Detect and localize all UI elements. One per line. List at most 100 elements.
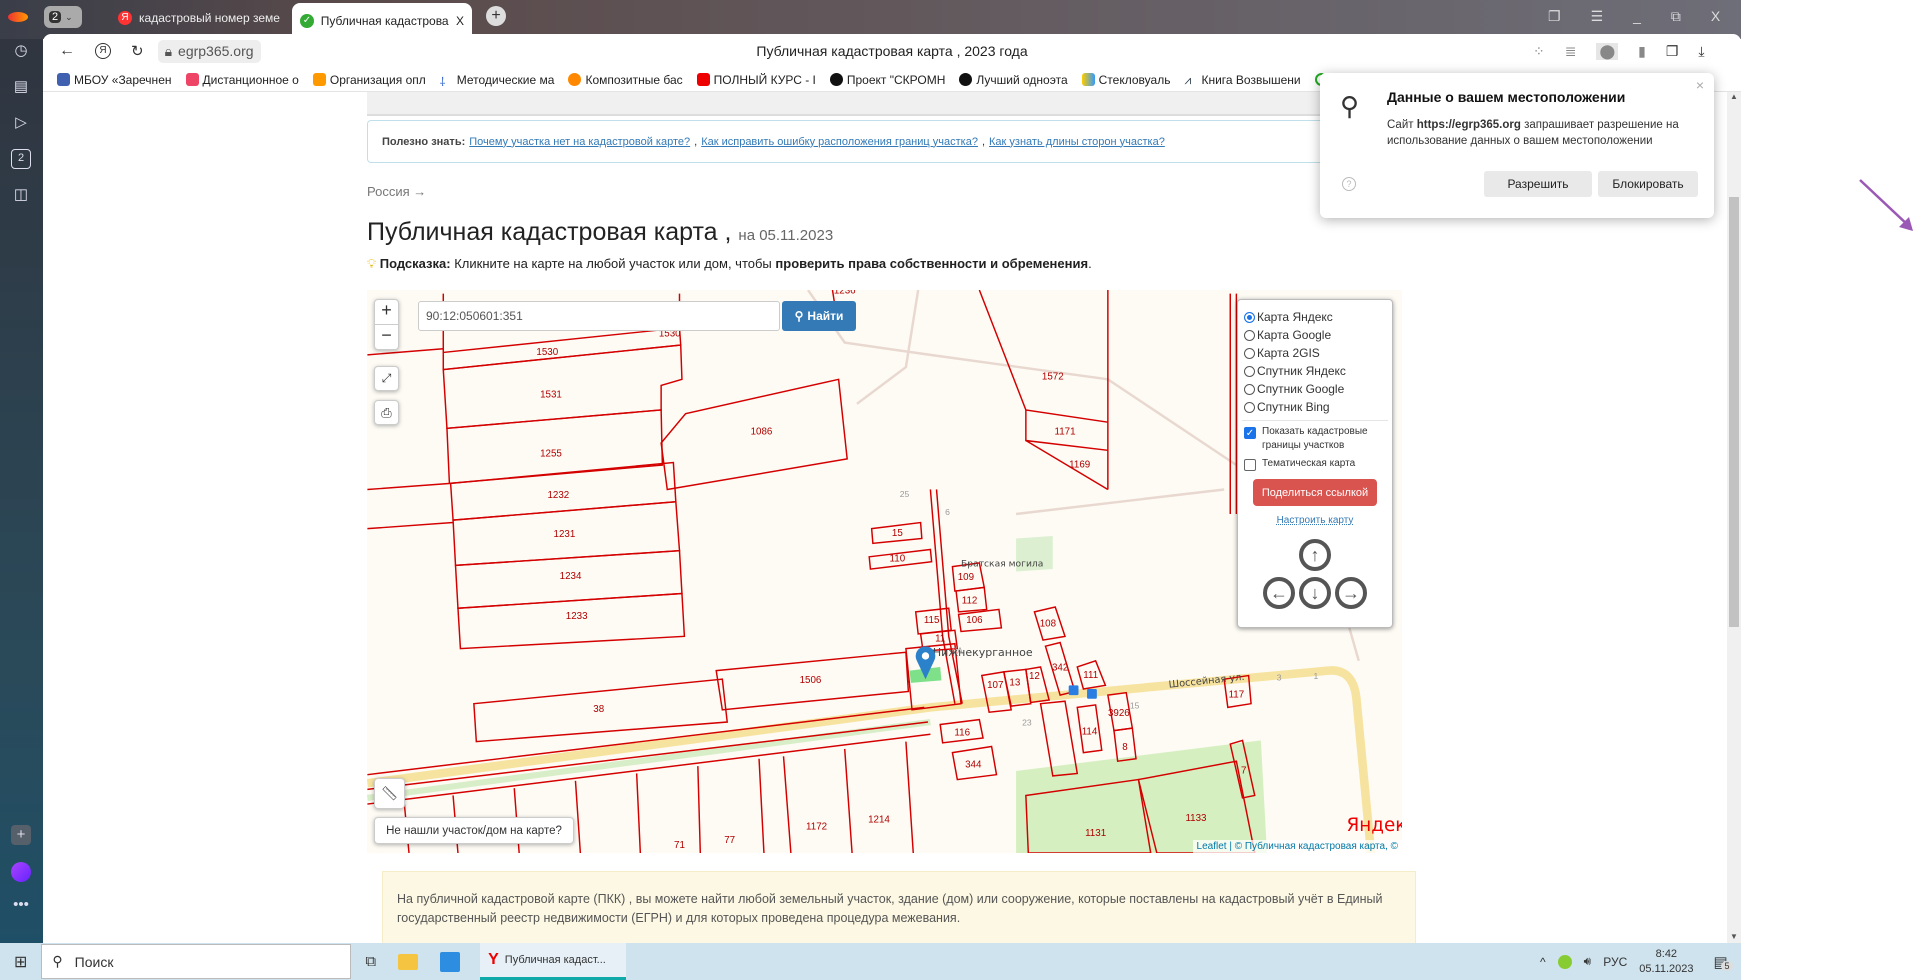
scrollbar[interactable]: ▲ ▼ xyxy=(1727,92,1741,943)
pan-down-button[interactable]: ↓ xyxy=(1299,577,1331,609)
fullscreen-button[interactable]: ⤢ xyxy=(374,366,399,391)
radio[interactable] xyxy=(1244,383,1255,395)
workspace-badge[interactable]: 2 xyxy=(11,149,31,169)
link-fix-boundaries[interactable]: Как исправить ошибку расположения границ… xyxy=(701,136,978,148)
radio[interactable] xyxy=(1244,365,1255,377)
taskbar-app-browser[interactable]: Y Публичная кадаст... xyxy=(480,943,627,980)
scroll-up-icon[interactable]: ▲ xyxy=(1730,92,1738,101)
pan-right-button[interactable]: → xyxy=(1335,577,1367,609)
layer-label: Карта 2GIS xyxy=(1257,346,1320,360)
search-icon: ⚲ xyxy=(794,309,804,323)
thematic-map-checkbox[interactable]: Тематическая карта xyxy=(1244,457,1386,471)
layer-yandex-satellite[interactable]: Спутник Яндекс xyxy=(1244,362,1386,380)
bookmark-item[interactable]: Дистанционное о xyxy=(185,73,299,87)
play-icon[interactable]: ▷ xyxy=(11,113,31,133)
radio[interactable] xyxy=(1244,401,1255,413)
radio[interactable] xyxy=(1244,347,1255,359)
bookmark-item[interactable]: ⸸ Методические ма xyxy=(440,73,555,90)
close-popup-button[interactable]: × xyxy=(1696,77,1704,93)
checkbox-icon[interactable] xyxy=(1244,459,1256,471)
tab-group-button[interactable]: 2 ⌄ xyxy=(44,6,82,28)
address-bar[interactable]: 🔒︎ egrp365.org xyxy=(157,39,261,63)
download-icon[interactable]: ⤓ xyxy=(1698,43,1704,60)
allow-button[interactable]: Разрешить xyxy=(1484,171,1592,197)
radio-selected[interactable] xyxy=(1244,311,1255,323)
bookmark-item[interactable]: Композитные бас xyxy=(568,73,683,87)
show-borders-checkbox[interactable]: ✓ Показать кадастровые границы участков xyxy=(1244,425,1386,453)
bookmark-item[interactable]: Стекловуаль xyxy=(1081,73,1170,87)
block-button[interactable]: Блокировать xyxy=(1598,171,1698,197)
radio[interactable] xyxy=(1244,329,1255,341)
update-icon[interactable] xyxy=(1557,954,1572,969)
volume-icon[interactable]: 🔊︎ xyxy=(1584,954,1592,969)
measure-button[interactable]: 📏︎ xyxy=(374,778,405,809)
layer-yandex-map[interactable]: Карта Яндекс xyxy=(1244,308,1386,326)
link-side-lengths[interactable]: Как узнать длины сторон участка? xyxy=(989,136,1165,148)
windows-start-icon[interactable]: ⊞ xyxy=(14,952,27,972)
layer-google-map[interactable]: Карта Google xyxy=(1244,326,1386,344)
bookmark-item[interactable]: МБОУ «Заречнен xyxy=(57,73,172,87)
add-icon[interactable]: + xyxy=(11,825,31,845)
lightbulb-icon: 💡︎ xyxy=(367,256,377,271)
file-explorer-icon[interactable] xyxy=(398,953,419,970)
calendar-icon[interactable] xyxy=(440,951,461,972)
language-indicator[interactable]: РУС xyxy=(1603,955,1627,969)
leaflet-link[interactable]: Leaflet xyxy=(1197,841,1227,852)
layer-2gis-map[interactable]: Карта 2GIS xyxy=(1244,344,1386,362)
layer-bing-satellite[interactable]: Спутник Bing xyxy=(1244,398,1386,416)
scroll-down-icon[interactable]: ▼ xyxy=(1730,932,1738,941)
alice-icon[interactable] xyxy=(11,862,31,882)
tab-yandex-search[interactable]: Я кадастровый номер земе xyxy=(110,3,290,33)
bookmark-item[interactable]: ⩘ Книга Возвышени xyxy=(1184,73,1300,88)
collections-icon[interactable]: ❐ xyxy=(1666,43,1679,60)
cadastral-number-input[interactable] xyxy=(418,301,780,331)
link-why-no-parcel[interactable]: Почему участка нет на кадастровой карте? xyxy=(469,136,690,148)
restore-icon[interactable]: ⧉ xyxy=(1671,8,1681,25)
notes-icon[interactable]: ▤ xyxy=(11,77,31,97)
chevron-up-icon[interactable]: ^ xyxy=(1540,955,1546,969)
scrollbar-thumb[interactable] xyxy=(1729,197,1739,627)
menu-icon[interactable]: ☰ xyxy=(1591,8,1604,25)
parcel-label: 1234 xyxy=(560,571,582,582)
print-button[interactable]: ⎙ xyxy=(374,400,399,425)
reload-icon[interactable]: ↻ xyxy=(131,42,144,60)
notifications-icon[interactable]: ▤ 5 xyxy=(1713,953,1733,971)
parcel[interactable] xyxy=(442,344,683,430)
screenshot-icon[interactable]: ◫ xyxy=(11,185,31,205)
more-icon[interactable]: ••• xyxy=(11,895,31,915)
breadcrumb[interactable]: Россия → xyxy=(367,184,426,199)
bookmark-item[interactable]: Организация опл xyxy=(312,73,426,87)
layer-google-satellite[interactable]: Спутник Google xyxy=(1244,380,1386,398)
share-link-button[interactable]: Поделиться ссылкой xyxy=(1253,479,1377,506)
hint-label: Подсказка: xyxy=(379,256,451,271)
clock[interactable]: 8:42 05.11.2023 xyxy=(1639,947,1693,977)
reader-icon[interactable]: ≣ xyxy=(1565,43,1577,60)
task-view-icon[interactable]: ⧉ xyxy=(365,953,376,970)
pan-up-button[interactable]: ↑ xyxy=(1299,539,1331,571)
zoom-out-button[interactable]: − xyxy=(381,325,392,349)
extensions-icon[interactable]: ⁘ xyxy=(1533,43,1545,60)
attribution-text[interactable]: | © Публичная кадастровая карта, © xyxy=(1229,841,1398,852)
help-icon[interactable]: ? xyxy=(1342,177,1356,191)
bookmark-icon[interactable]: ▮ xyxy=(1638,43,1646,60)
not-found-button[interactable]: Не нашли участок/дом на карте? xyxy=(374,817,574,844)
pan-left-button[interactable]: ← xyxy=(1263,577,1295,609)
parcel[interactable] xyxy=(446,409,664,485)
checkbox-checked-icon[interactable]: ✓ xyxy=(1244,427,1256,439)
bookmark-item[interactable]: Проект "СКРОМН xyxy=(829,73,945,87)
new-tab-button[interactable]: + xyxy=(486,6,506,26)
back-icon[interactable]: ← xyxy=(59,42,75,60)
close-window-icon[interactable]: X xyxy=(1711,8,1720,25)
history-icon[interactable]: ◷ xyxy=(11,41,31,61)
location-icon[interactable]: ⬤ xyxy=(1596,42,1619,60)
bookmark-item[interactable]: ПОЛНЫЙ КУРС - І xyxy=(696,73,816,87)
minimize-icon[interactable]: _ xyxy=(1633,8,1641,25)
search-button[interactable]: ⚲ Найти xyxy=(782,301,856,331)
taskbar-search[interactable]: ⚲ Поиск xyxy=(41,944,352,979)
close-tab-icon[interactable]: X xyxy=(456,14,464,28)
zoom-in-button[interactable]: + xyxy=(375,300,398,325)
bookmarks-panel-icon[interactable]: ❐ xyxy=(1548,8,1561,25)
bookmark-item[interactable]: Лучший одноэта xyxy=(959,73,1068,87)
configure-map-link[interactable]: Настроить карту xyxy=(1244,515,1386,526)
yandex-home-icon[interactable]: Я xyxy=(95,43,111,59)
